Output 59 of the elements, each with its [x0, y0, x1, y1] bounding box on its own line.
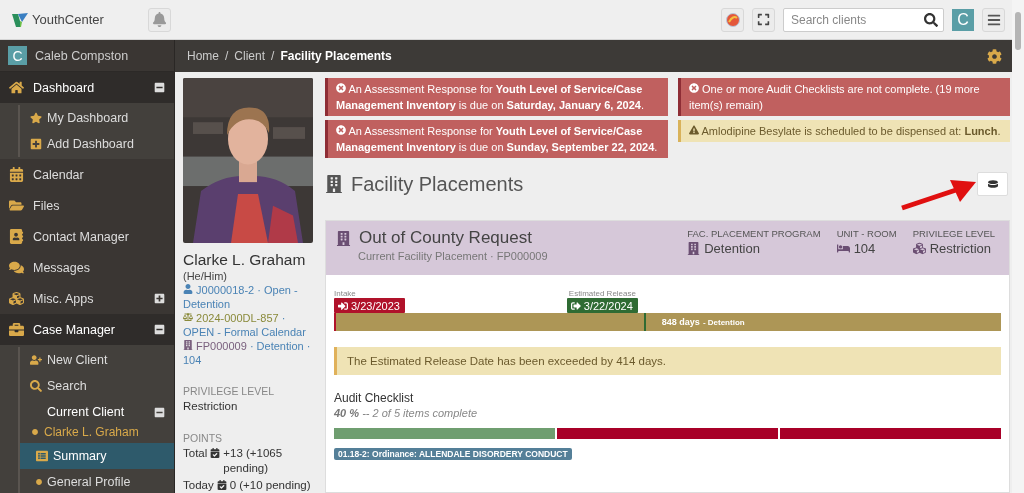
sidebar-item[interactable]: Add Dashboard	[18, 131, 174, 157]
placement-subtitle: Current Facility Placement · FP000009	[358, 250, 549, 262]
client-name[interactable]: Clarke L. Graham	[44, 425, 139, 439]
sidebar-item[interactable]: Case Manager	[0, 314, 174, 345]
error-alert: One or more Audit Checklists are not complete. (19 more item(s) remain)	[678, 78, 1010, 116]
release-label: Estimated Release	[568, 289, 636, 298]
stat-value: 104	[853, 241, 876, 256]
case-link[interactable]: 2024-000DL-857 · OPEN - Formal Calendar	[183, 311, 315, 339]
stat-label: PRIVILEGE LEVEL	[912, 228, 995, 239]
stat-label: UNIT - ROOM	[836, 228, 897, 239]
stat-value: Restriction	[929, 241, 992, 256]
breadcrumb-link[interactable]: Home	[187, 49, 219, 63]
progress-detail: -- 2 of 5 items complete	[362, 407, 478, 419]
release-date: 3/22/2024	[566, 298, 638, 313]
privilege-value: Restriction	[183, 399, 239, 414]
points-value: 0 (+10 pending)	[229, 478, 312, 493]
sidebar-item[interactable]: Summary	[18, 443, 174, 469]
intake-label: Intake	[334, 289, 356, 298]
breadcrumb-current[interactable]: Facility Placements	[280, 49, 392, 63]
case-link[interactable]: FP000009 · Detention · 104	[183, 339, 315, 367]
field-label: POINTS	[183, 432, 224, 444]
breadcrumb-separator: /	[225, 49, 229, 63]
error-alert: An Assessment Response for Youth Level of Service/Case Management Inventory is due on Sunday, September 22, 2024.	[325, 120, 668, 158]
sidebar-item[interactable]: Search	[18, 373, 174, 399]
breadcrumb-link[interactable]: Client	[234, 49, 266, 63]
program: - Detention	[702, 318, 745, 327]
percent: 40 %	[334, 407, 360, 419]
error-alert: An Assessment Response for Youth Level of Service/Case Management Inventory is due on Saturday, January 6, 2024.	[325, 78, 668, 116]
pronouns: (He/Him)	[183, 269, 228, 283]
ordinance-tag: 01.18-2: Ordinance: ALLENDALE DISORDERY CONDUCT	[334, 448, 572, 460]
intake-date: 3/23/2023	[334, 298, 405, 313]
stat-value: Detention	[704, 241, 760, 256]
sidebar-item[interactable]: Files	[0, 190, 174, 221]
sidebar-item[interactable]: New Client	[18, 347, 174, 373]
client-name: Clarke L. Graham	[183, 251, 307, 269]
duration: 848 days	[661, 317, 700, 327]
app-logo[interactable]: YouthCenter	[32, 12, 104, 27]
points-label: Total	[183, 446, 208, 461]
field-label: PRIVILEGE LEVEL	[183, 385, 276, 397]
user-name[interactable]: Caleb Compston	[35, 48, 129, 63]
page-title: Facility Placements	[351, 172, 524, 196]
warning-alert: Amlodipine Besylate is scheduled to be dispensed at: Lunch.	[678, 120, 1010, 142]
points-value: +13 (+1065 pending)	[223, 446, 284, 476]
sidebar-item[interactable]: Calendar	[0, 159, 174, 190]
sidebar-item[interactable]: Messages	[0, 252, 174, 283]
stat-label: FAC. PLACEMENT PROGRAM	[687, 228, 821, 239]
placement-title: Out of County Request	[359, 228, 532, 248]
sidebar-item[interactable]: Contact Manager	[0, 221, 174, 252]
sidebar-item[interactable]: Misc. Apps	[0, 283, 174, 314]
sidebar-item[interactable]: Dashboard	[0, 72, 174, 103]
breadcrumb-separator: /	[271, 49, 275, 63]
sidebar-item[interactable]: Current Client	[18, 399, 174, 425]
case-link[interactable]: J0000018-2 · Open - Detention	[183, 283, 315, 311]
points-label: Today	[183, 478, 214, 493]
sidebar-item[interactable]: My Dashboard	[18, 105, 174, 131]
sidebar-item[interactable]: General Profile	[18, 469, 174, 493]
search-field[interactable]: Search clients	[783, 7, 944, 32]
warning-alert: The Estimated Release Date has been exceeded by 414 days.	[334, 347, 1001, 375]
section-title: Audit Checklist	[334, 391, 415, 405]
